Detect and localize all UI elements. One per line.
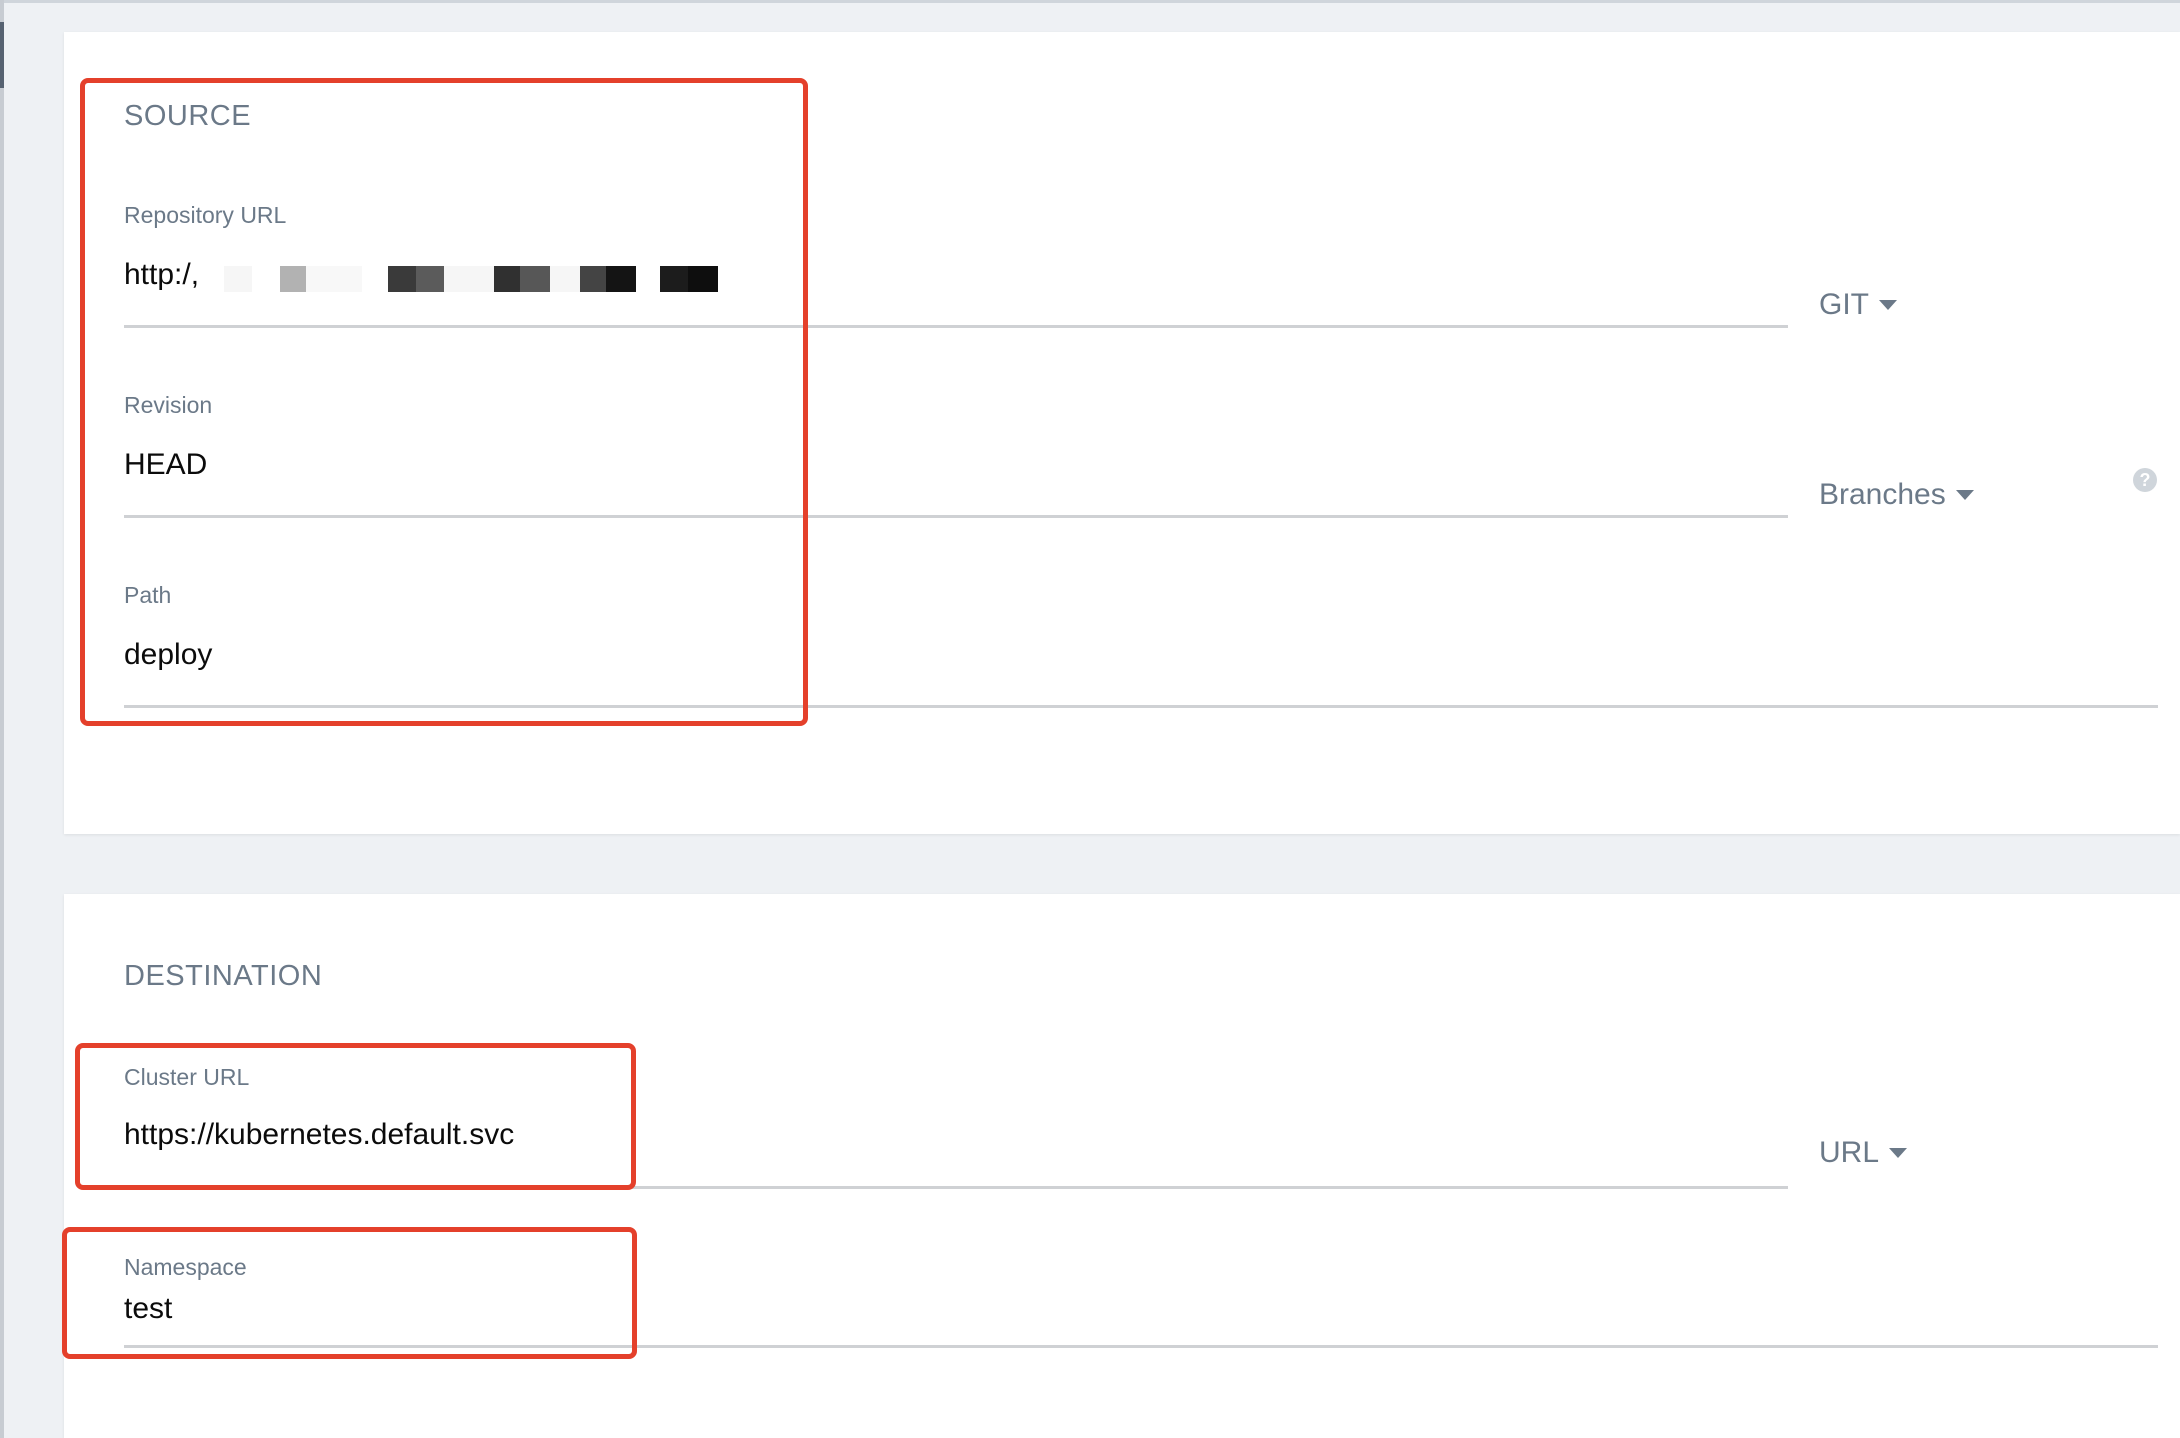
caret-down-icon (1955, 490, 1974, 500)
revision-type-label: Branches (1819, 478, 1946, 511)
caret-down-icon (1889, 1148, 1908, 1158)
left-edge (0, 0, 4, 1438)
left-edge-accent (0, 22, 4, 88)
cluster-url-highlight (75, 1043, 636, 1190)
revision-type-dropdown[interactable]: Branches (1819, 478, 1974, 512)
destination-section-title: DESTINATION (124, 960, 323, 992)
caret-down-icon (1879, 300, 1897, 310)
top-border (0, 0, 2180, 3)
namespace-highlight (62, 1227, 637, 1359)
repository-type-dropdown[interactable]: GIT (1819, 288, 1897, 322)
repository-type-label: GIT (1819, 288, 1869, 321)
source-fields-highlight (80, 78, 808, 726)
cluster-url-type-dropdown[interactable]: URL (1819, 1136, 1908, 1170)
question-circle-icon[interactable]: ? (2133, 468, 2157, 492)
cluster-url-type-label: URL (1819, 1136, 1880, 1169)
